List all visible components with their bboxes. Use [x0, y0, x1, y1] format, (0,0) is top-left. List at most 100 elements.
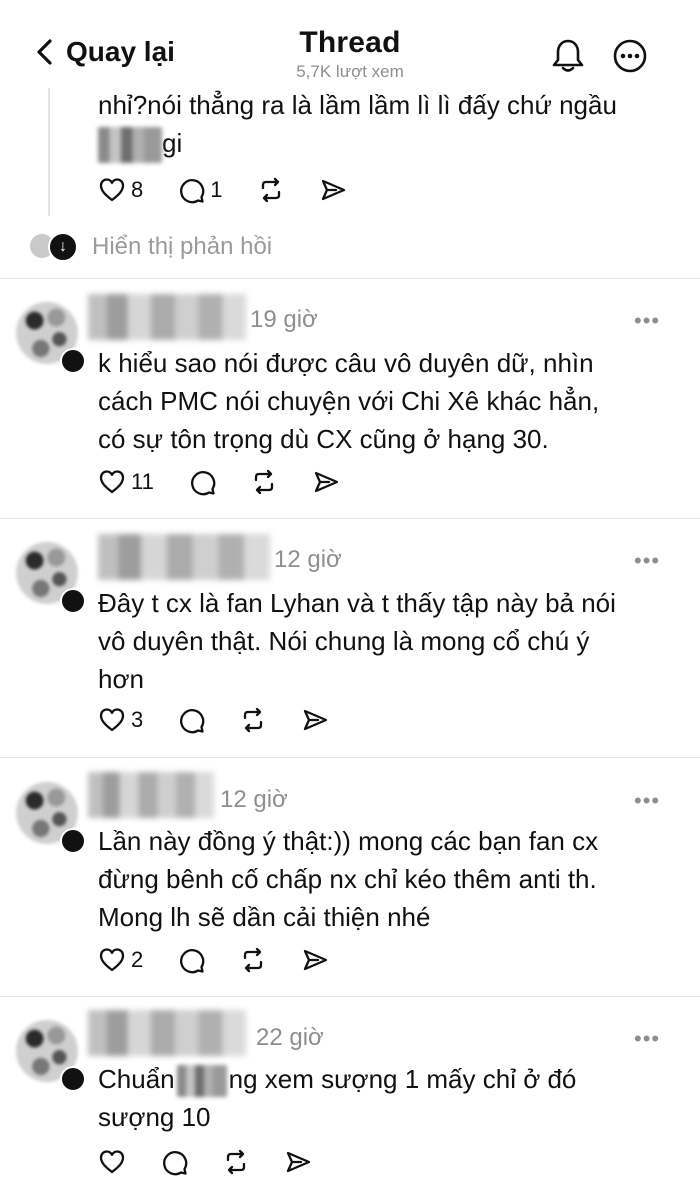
post-text-line: Lần này đồng ý thật:)) mong các bạn fan …	[98, 826, 599, 856]
comment-button[interactable]	[177, 706, 205, 734]
post-text: Đây t cx là fan Lyhan và t thấy tập này …	[98, 584, 616, 698]
username-redacted[interactable]	[88, 772, 214, 818]
redacted-text	[176, 1065, 227, 1098]
post-text: Chuẩn ng xem sượng 1 mấy chỉ ở đó sượng 1…	[98, 1060, 576, 1136]
post-text-line: hơn	[98, 664, 144, 694]
post-text-line: cách PMC nói chuyện với Chi Xê khác hẳn,	[98, 386, 600, 416]
like-count: 2	[131, 947, 144, 972]
post-text-line: có sự tôn trọng dù CX cũng ở hạng 30.	[98, 424, 549, 454]
send-icon	[321, 179, 345, 201]
repost-icon	[261, 177, 280, 203]
like-count: 3	[131, 707, 144, 732]
more-options-button[interactable]	[610, 36, 650, 76]
bell-icon	[552, 39, 584, 72]
avatar-badge-icon	[60, 348, 86, 374]
show-replies-label: Hiển thị phản hồi	[92, 233, 273, 260]
notification-bell-button[interactable]	[548, 36, 588, 76]
like-button[interactable]: 8	[98, 176, 143, 204]
username-redacted[interactable]	[88, 294, 246, 340]
share-button[interactable]	[312, 468, 340, 496]
post-more-button[interactable]: •••	[634, 788, 660, 814]
post-actions: 11	[98, 468, 374, 496]
heart-icon	[99, 178, 125, 202]
comment-icon	[163, 1151, 188, 1176]
avatar-badge-icon	[60, 588, 86, 614]
top-bar: Quay lại Thread 5,7K lượt xem	[0, 0, 700, 88]
post-more-button[interactable]: •••	[634, 1026, 660, 1052]
send-icon	[304, 949, 328, 971]
post-text-line: k hiểu sao nói được câu vô duyên dữ, nhì…	[98, 348, 594, 378]
view-count: 5,7K lượt xem	[296, 62, 404, 81]
like-count: 8	[131, 177, 144, 202]
divider	[0, 996, 700, 997]
post-actions: 2	[98, 946, 363, 974]
thread-connector-line	[48, 88, 50, 216]
post-text-line: Mong lh sẽ dần cải thiện nhé	[98, 902, 431, 932]
heart-icon	[99, 1150, 125, 1174]
send-icon	[286, 1151, 311, 1173]
repost-icon	[226, 1149, 246, 1175]
like-button[interactable]: 11	[98, 468, 154, 496]
post-text-line: sượng 10	[98, 1102, 211, 1132]
like-button[interactable]: 3	[98, 706, 143, 734]
repost-button[interactable]	[239, 946, 267, 974]
divider	[0, 518, 700, 519]
username-redacted[interactable]	[98, 534, 270, 580]
like-button[interactable]	[98, 1148, 126, 1176]
divider	[0, 278, 700, 279]
comment-count: 1	[210, 177, 223, 202]
post-more-button[interactable]: •••	[634, 548, 660, 574]
post-actions	[98, 1148, 346, 1176]
reply-text-line: nhỉ?nói thẳng ra là lầm lầm lì lì đấy ch…	[98, 90, 617, 120]
username-redacted[interactable]	[88, 1010, 246, 1056]
arrow-down-icon: ↓	[48, 232, 78, 262]
post-text-line: đừng bênh cố chấp nx chỉ kéo thêm anti t…	[98, 864, 597, 894]
page-title: Thread	[299, 26, 401, 59]
like-count: 11	[131, 469, 154, 494]
like-button[interactable]: 2	[98, 946, 143, 974]
repost-button[interactable]	[257, 176, 285, 204]
post-more-button[interactable]: •••	[634, 308, 660, 334]
timestamp: 12 giờ	[274, 546, 342, 573]
timestamp: 22 giờ	[256, 1024, 324, 1051]
repost-icon	[244, 947, 263, 973]
comment-button[interactable]	[188, 468, 216, 496]
share-button[interactable]	[301, 946, 329, 974]
more-circle-icon	[613, 39, 647, 73]
repost-button[interactable]	[250, 468, 278, 496]
comment-icon	[180, 179, 205, 204]
send-icon	[304, 709, 328, 731]
comment-icon	[180, 949, 205, 974]
share-button[interactable]	[284, 1148, 312, 1176]
heart-icon	[99, 470, 125, 494]
divider	[0, 757, 700, 758]
heart-icon	[99, 708, 125, 732]
reply-text: nhỉ?nói thẳng ra là lầm lầm lì lì đấy ch…	[98, 86, 617, 164]
title-block: Thread 5,7K lượt xem	[0, 26, 700, 82]
reply-text-line: gi	[98, 124, 617, 164]
comment-icon	[190, 471, 216, 496]
comment-button[interactable]	[160, 1148, 188, 1176]
post-actions: 3	[98, 706, 363, 734]
send-icon	[314, 471, 338, 493]
repost-icon	[254, 469, 273, 495]
post-text: k hiểu sao nói được câu vô duyên dữ, nhì…	[98, 344, 599, 458]
post-text-line: Đây t cx là fan Lyhan và t thấy tập này …	[98, 588, 616, 618]
redacted-text	[98, 127, 162, 164]
reply-actions: 8 1	[98, 176, 381, 204]
post-text-line: Chuẩn ng xem sượng 1 mấy chỉ ở đó	[98, 1060, 576, 1098]
timestamp: 19 giờ	[250, 306, 318, 333]
comment-button[interactable]: 1	[177, 176, 223, 204]
comment-icon	[180, 709, 205, 734]
heart-icon	[99, 948, 125, 972]
avatar-badge-icon	[60, 1066, 86, 1092]
avatar-badge-icon	[60, 828, 86, 854]
share-button[interactable]	[319, 176, 347, 204]
post-text: Lần này đồng ý thật:)) mong các bạn fan …	[98, 822, 598, 936]
repost-button[interactable]	[222, 1148, 250, 1176]
show-replies-button[interactable]: ↓ Hiển thị phản hồi	[30, 232, 272, 262]
repost-button[interactable]	[239, 706, 267, 734]
comment-button[interactable]	[177, 946, 205, 974]
timestamp: 12 giờ	[220, 786, 288, 813]
share-button[interactable]	[301, 706, 329, 734]
